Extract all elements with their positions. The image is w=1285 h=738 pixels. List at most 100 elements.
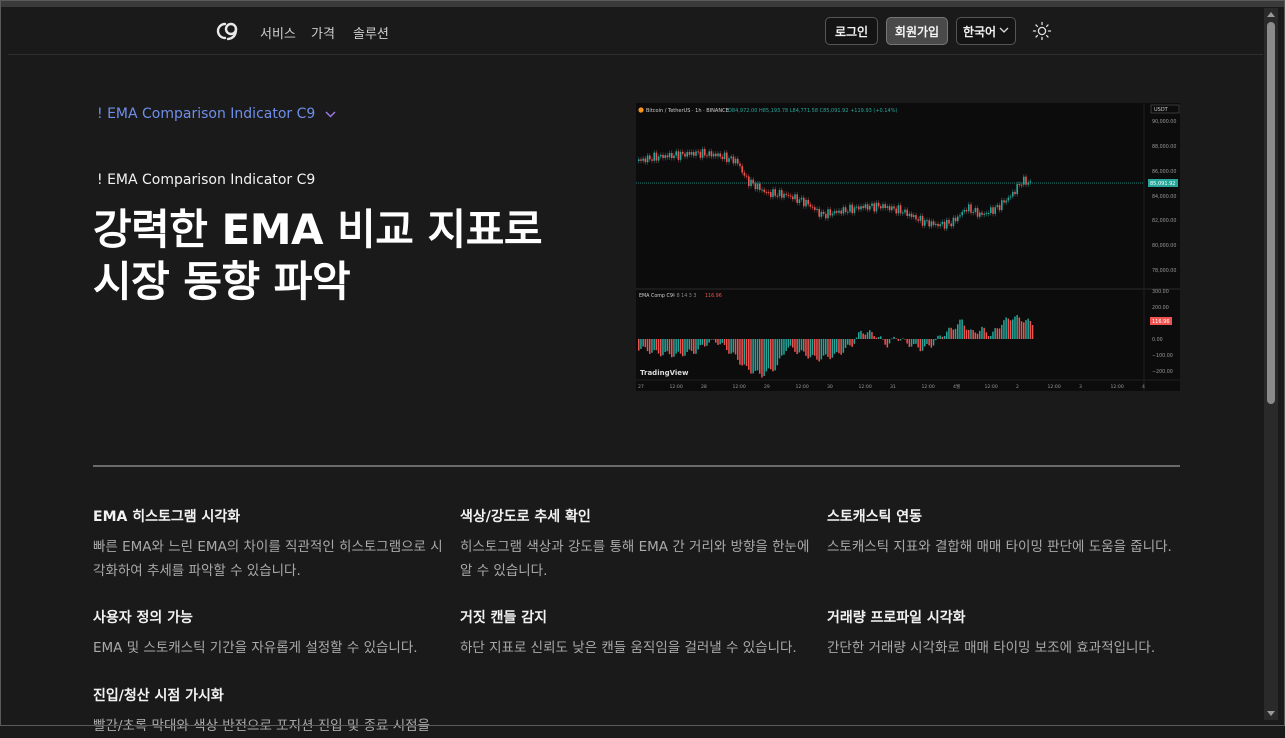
candle-body (765, 191, 768, 193)
histogram-bar (880, 336, 882, 339)
scroll-down-icon[interactable] (1267, 711, 1275, 716)
candle-body (796, 194, 798, 203)
histogram-bar (816, 339, 818, 360)
nav-pricing[interactable]: 가격 (311, 23, 335, 42)
histogram-bar (866, 332, 869, 339)
histogram-bar (935, 339, 937, 341)
candle-body (943, 221, 946, 229)
histogram-bar (785, 339, 787, 351)
candle-body (792, 196, 794, 200)
histogram-bar (761, 339, 763, 378)
nav-solutions[interactable]: 솔루션 (353, 23, 389, 42)
histogram-bar (1027, 318, 1029, 339)
histogram-bar (829, 339, 831, 360)
histogram-bar (858, 332, 860, 339)
indicator-tick: 200.00 (1152, 305, 1169, 311)
candle-body (963, 209, 966, 212)
histogram-bar (767, 339, 770, 369)
candle-body (1007, 197, 1010, 201)
c9-logo[interactable] (214, 20, 240, 42)
histogram-bar (723, 339, 726, 345)
candle-body (1016, 184, 1018, 195)
histogram-bar (774, 339, 776, 371)
histogram-bar (781, 339, 783, 356)
candle-body (853, 207, 856, 214)
histogram-bar (789, 339, 792, 346)
candle-body (701, 148, 704, 158)
histogram-bar (701, 339, 704, 345)
candle-body (873, 203, 875, 212)
candle-body (904, 209, 906, 213)
candle-body (649, 155, 651, 160)
time-tick: 12:00 (922, 384, 935, 390)
candle-body (657, 156, 660, 161)
histogram-bar (642, 339, 644, 347)
candle-body (719, 153, 721, 157)
histogram-bar (981, 326, 983, 339)
candle-body (882, 204, 884, 209)
candle-body (675, 151, 677, 156)
candle-body (646, 155, 649, 163)
histogram-bar (732, 339, 735, 353)
candle-body (789, 195, 792, 197)
candle-body (893, 206, 895, 209)
histogram-bar (1014, 316, 1016, 339)
feature-title: 사용자 정의 가능 (93, 610, 193, 626)
scroll-up-icon[interactable] (1267, 12, 1275, 17)
histogram-bar (750, 339, 752, 374)
histogram-bar (893, 336, 895, 339)
candle-body (891, 206, 893, 211)
histogram-bar (853, 339, 856, 344)
feature-desc: EMA 및 스토캐스틱 기간을 자유롭게 설정할 수 있습니다. (93, 640, 418, 656)
login-button[interactable]: 로그인 (825, 17, 878, 45)
candle-body (860, 206, 862, 210)
histogram-bar (807, 339, 809, 359)
histogram-bar (708, 339, 710, 343)
tradingview-watermark: TradingView (640, 369, 689, 377)
histogram-bar (1025, 320, 1027, 339)
last-price: 85,091.92 (1150, 181, 1175, 187)
page-scrollbar[interactable] (1264, 8, 1278, 720)
candle-body (836, 211, 838, 213)
nav-services[interactable]: 서비스 (260, 23, 296, 42)
histogram-bar (752, 339, 754, 374)
candle-body (679, 151, 682, 160)
histogram-bar (884, 339, 886, 345)
histogram-bar (763, 339, 765, 376)
histogram-bar (979, 330, 981, 339)
scroll-thumb[interactable] (1267, 22, 1275, 404)
candle-body (1005, 200, 1007, 203)
histogram-bar (869, 330, 871, 339)
candle-body (726, 152, 728, 162)
candle-body (756, 183, 759, 190)
candle-body (915, 215, 917, 220)
language-select[interactable]: 한국어 (956, 17, 1016, 45)
histogram-bar (715, 339, 717, 343)
candle-body (869, 205, 871, 210)
candle-body (1012, 191, 1014, 197)
histogram-bar (800, 339, 803, 351)
candle-body (946, 219, 948, 229)
candle-body (682, 151, 684, 154)
candle-body (772, 189, 774, 198)
sun-icon[interactable] (1032, 21, 1052, 41)
candle-body (858, 206, 860, 210)
indicator-breadcrumb[interactable]: ! EMA Comparison Indicator C9 (97, 106, 336, 122)
price-tick: 78,000.00 (1152, 268, 1176, 274)
signup-button[interactable]: 회원가입 (886, 17, 948, 45)
histogram-bar (809, 339, 812, 358)
histogram-bar (985, 332, 988, 339)
price-tick: 86,000.00 (1152, 169, 1176, 175)
feature-desc: 스토캐스틱 지표와 결합해 매매 타이밍 판단에 도움을 줍니다. (827, 539, 1172, 555)
candle-body (655, 152, 658, 161)
histogram-bar (726, 339, 728, 351)
candle-body (849, 204, 851, 212)
candle-body (1018, 184, 1021, 186)
histogram-bar (873, 336, 875, 339)
histogram-bar (671, 339, 673, 358)
candle-body (767, 192, 770, 194)
candle-body (1023, 176, 1025, 185)
candle-body (699, 151, 702, 158)
feature-desc: 간단한 거래량 시각화로 매매 타이밍 보조에 효과적입니다. (827, 640, 1156, 656)
histogram-bar (1031, 324, 1034, 339)
